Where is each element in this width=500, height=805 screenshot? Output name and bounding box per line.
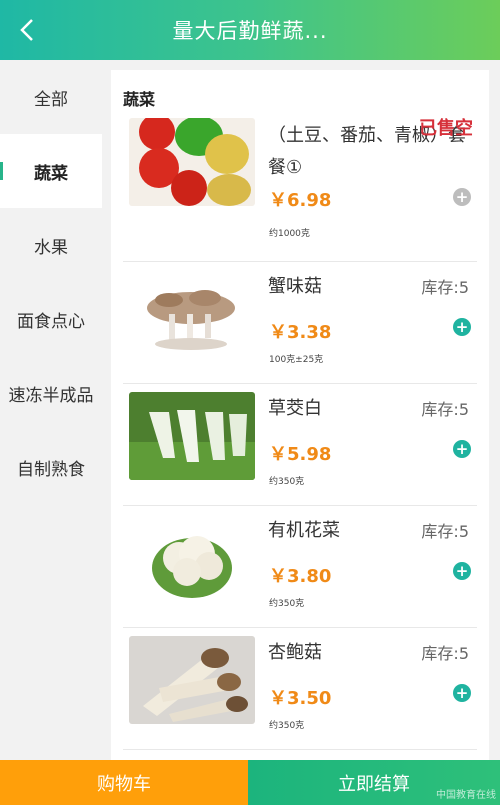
plus-icon: + xyxy=(455,440,469,458)
product-image xyxy=(129,270,255,358)
plus-icon: + xyxy=(455,684,469,702)
product-image xyxy=(129,514,255,602)
product-item[interactable]: 杏鲍菇 库存:5 ￥3.50 约350克 + xyxy=(123,628,477,750)
stock-label: 库存:5 xyxy=(421,400,469,419)
product-weight: 约350克 xyxy=(269,599,305,609)
product-list: 蔬菜 （土豆、番茄、青椒）套餐① 已售空 ￥6.98 约1000克 + 蟹味菇 … xyxy=(111,70,489,760)
stock-label: 库存:5 xyxy=(421,644,469,663)
product-weight: 约350克 xyxy=(269,477,305,487)
plus-icon: + xyxy=(455,188,469,206)
plus-icon: + xyxy=(455,318,469,336)
chevron-left-icon xyxy=(20,19,33,41)
section-title: 蔬菜 xyxy=(123,90,156,109)
plus-icon: + xyxy=(455,562,469,580)
add-to-cart-button[interactable]: + xyxy=(453,562,471,580)
cart-button[interactable]: 购物车 xyxy=(0,760,248,805)
product-price: ￥5.98 xyxy=(269,444,332,465)
category-sidebar: 全部 蔬菜 水果 面食点心 速冻半成品 自制熟食 xyxy=(0,60,102,760)
sidebar-item-all[interactable]: 全部 xyxy=(0,60,102,134)
soldout-badge: 已售空 xyxy=(419,118,473,139)
product-weight: 约1000克 xyxy=(269,229,310,239)
product-weight: 约350克 xyxy=(269,721,305,731)
product-item[interactable]: 蟹味菇 库存:5 ￥3.38 100克±25克 + xyxy=(123,262,477,384)
product-weight: 100克±25克 xyxy=(269,355,324,365)
product-image xyxy=(129,118,255,206)
sidebar-item-fruits[interactable]: 水果 xyxy=(0,208,102,282)
back-button[interactable] xyxy=(10,12,46,48)
product-price: ￥3.80 xyxy=(269,566,332,587)
product-price: ￥3.38 xyxy=(269,322,332,343)
stock-label: 库存:5 xyxy=(421,278,469,297)
bottom-bar: 购物车 立即结算 中国教育在线 xyxy=(0,760,500,805)
product-price: ￥6.98 xyxy=(269,190,332,211)
product-item[interactable]: 草茭白 库存:5 ￥5.98 约350克 + xyxy=(123,384,477,506)
product-image xyxy=(129,636,255,724)
product-item[interactable]: 有机花菜 库存:5 ￥3.80 约350克 + xyxy=(123,506,477,628)
product-price: ￥3.50 xyxy=(269,688,332,709)
add-to-cart-button[interactable]: + xyxy=(453,684,471,702)
add-to-cart-button[interactable]: + xyxy=(453,188,471,206)
sidebar-item-vegetables[interactable]: 蔬菜 xyxy=(0,134,102,208)
watermark-text: 中国教育在线 xyxy=(436,790,496,801)
stock-label: 库存:5 xyxy=(421,522,469,541)
checkout-label: 立即结算 xyxy=(338,773,410,795)
sidebar-item-cooked[interactable]: 自制熟食 xyxy=(0,430,102,504)
checkout-button[interactable]: 立即结算 中国教育在线 xyxy=(248,760,500,805)
page-title: 量大后勤鲜蔬... xyxy=(172,19,328,43)
sidebar-item-frozen[interactable]: 速冻半成品 xyxy=(0,356,102,430)
add-to-cart-button[interactable]: + xyxy=(453,440,471,458)
product-item[interactable]: （土豆、番茄、青椒）套餐① 已售空 ￥6.98 约1000克 + xyxy=(123,110,477,262)
top-bar: 量大后勤鲜蔬... xyxy=(0,0,500,60)
sidebar-item-pastry[interactable]: 面食点心 xyxy=(0,282,102,356)
product-image xyxy=(129,392,255,480)
add-to-cart-button[interactable]: + xyxy=(453,318,471,336)
